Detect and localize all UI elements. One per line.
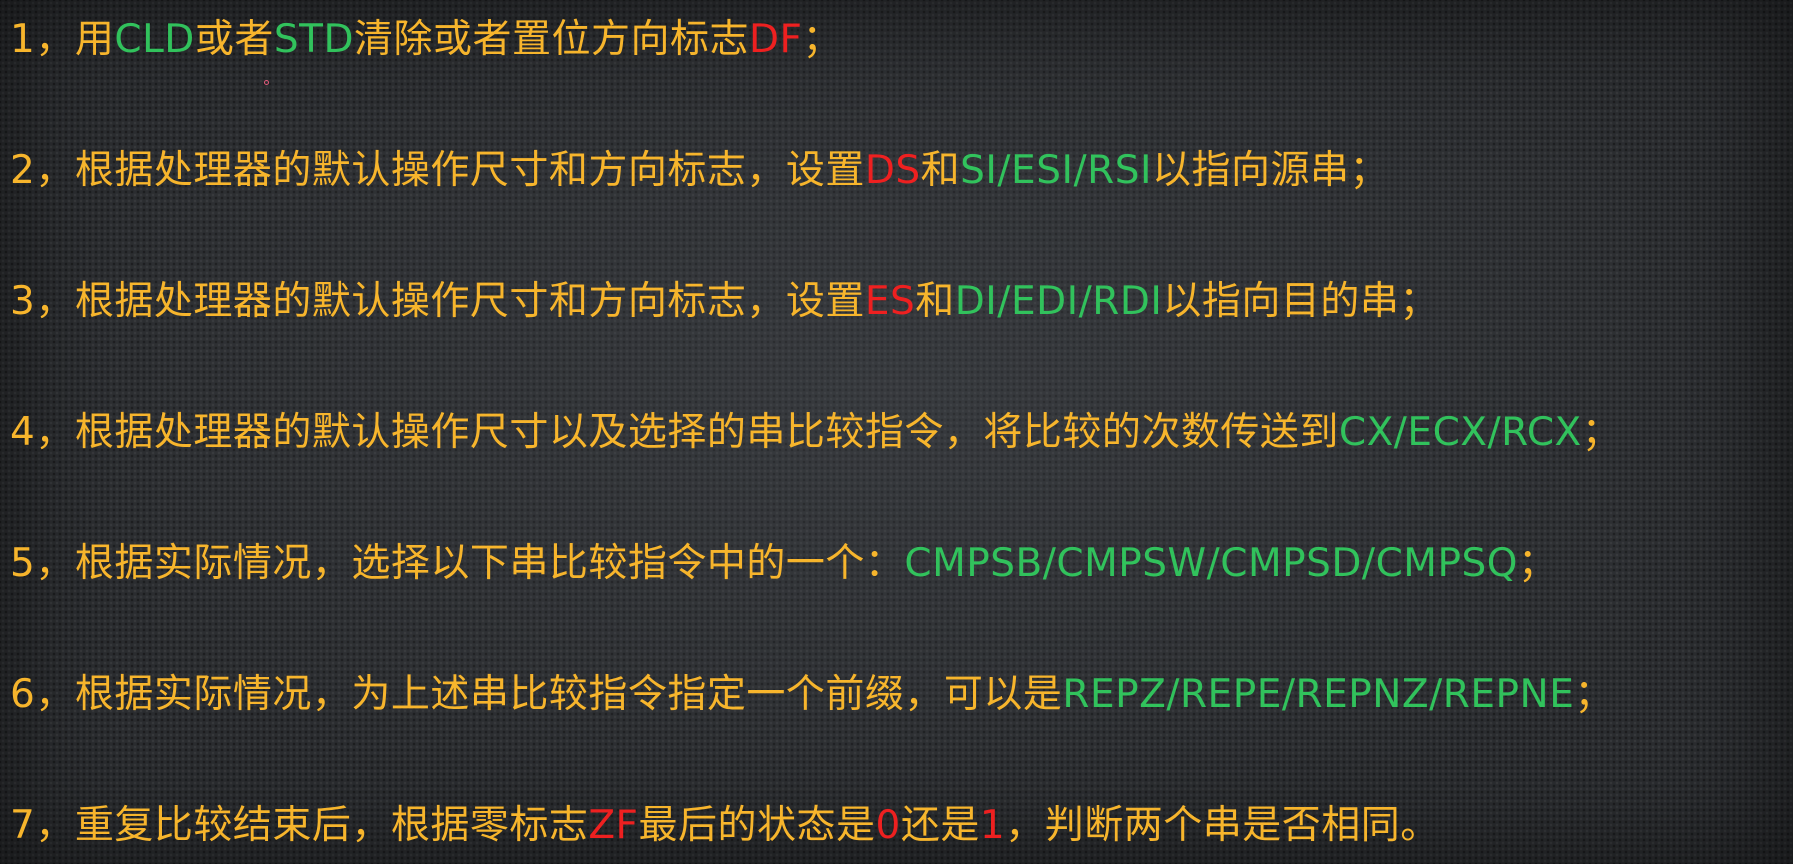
step-text: ； xyxy=(1517,541,1558,586)
value-zero: 0 xyxy=(875,803,901,848)
step-3: 3，根据处理器的默认操作尺寸和方向标志，设置ES和DI/EDI/RDI以指向目的… xyxy=(10,272,1793,332)
step-text: 或者 xyxy=(194,17,274,62)
step-text: 根据处理器的默认操作尺寸以及选择的串比较指令，将比较的次数传送到 xyxy=(74,410,1339,455)
step-text: 根据实际情况，选择以下串比较指令中的一个： xyxy=(74,541,905,586)
step-text: 根据处理器的默认操作尺寸和方向标志，设置 xyxy=(74,279,865,324)
step-number: 5， xyxy=(10,541,75,586)
register-cx: CX/ECX/RCX xyxy=(1338,410,1582,455)
step-number: 2， xyxy=(10,148,75,193)
step-number: 1， xyxy=(10,17,75,62)
step-text: 清除或者置位方向标志 xyxy=(353,17,749,62)
step-text: 根据实际情况，为上述串比较指令指定一个前缀，可以是 xyxy=(74,672,1063,717)
slide: 1，用CLD或者STD清除或者置位方向标志DF； 2，根据处理器的默认操作尺寸和… xyxy=(0,0,1793,864)
step-number: 3， xyxy=(10,279,75,324)
step-number: 7， xyxy=(10,803,75,848)
value-one: 1 xyxy=(979,803,1006,848)
flag-df: DF xyxy=(748,17,803,62)
step-2: 2，根据处理器的默认操作尺寸和方向标志，设置DS和SI/ESI/RSI以指向源串… xyxy=(10,141,1793,201)
step-text: 重复比较结束后，根据零标志 xyxy=(74,803,589,848)
register-si: SI/ESI/RSI xyxy=(960,148,1152,193)
instruction-std: STD xyxy=(273,17,354,62)
register-es: ES xyxy=(864,279,916,324)
register-ds: DS xyxy=(864,148,921,193)
step-text: 根据处理器的默认操作尺寸和方向标志，设置 xyxy=(74,148,865,193)
flag-zf: ZF xyxy=(588,803,639,848)
step-text: ； xyxy=(1574,672,1614,717)
step-text: 以指向源串； xyxy=(1151,148,1389,193)
step-text: 以指向目的串； xyxy=(1162,279,1439,324)
step-6: 6，根据实际情况，为上述串比较指令指定一个前缀，可以是REPZ/REPE/REP… xyxy=(10,665,1793,725)
step-4: 4，根据处理器的默认操作尺寸以及选择的串比较指令，将比较的次数传送到CX/ECX… xyxy=(10,403,1793,463)
step-text: 用 xyxy=(74,17,115,62)
step-text: 最后的状态是 xyxy=(638,803,876,848)
step-text: 和 xyxy=(920,148,961,193)
step-text: ，判断两个串是否相同。 xyxy=(1005,803,1440,848)
step-number: 4， xyxy=(10,410,75,455)
step-number: 6， xyxy=(10,672,75,717)
step-7: 7，重复比较结束后，根据零标志ZF最后的状态是0还是1，判断两个串是否相同。 xyxy=(10,796,1793,856)
prefix-rep: REPZ/REPE/REPNZ/REPNE xyxy=(1062,672,1575,717)
step-text: ； xyxy=(1581,410,1622,455)
instruction-cmps: CMPSB/CMPSW/CMPSD/CMPSQ xyxy=(904,541,1518,586)
instruction-cld: CLD xyxy=(114,17,195,62)
step-text: 还是 xyxy=(900,803,980,848)
register-di: DI/EDI/RDI xyxy=(954,279,1163,324)
stray-dot xyxy=(264,80,269,85)
step-text: 和 xyxy=(915,279,955,324)
step-5: 5，根据实际情况，选择以下串比较指令中的一个：CMPSB/CMPSW/CMPSD… xyxy=(10,534,1793,594)
step-1: 1，用CLD或者STD清除或者置位方向标志DF； xyxy=(10,10,1793,70)
step-text: ； xyxy=(802,17,842,62)
